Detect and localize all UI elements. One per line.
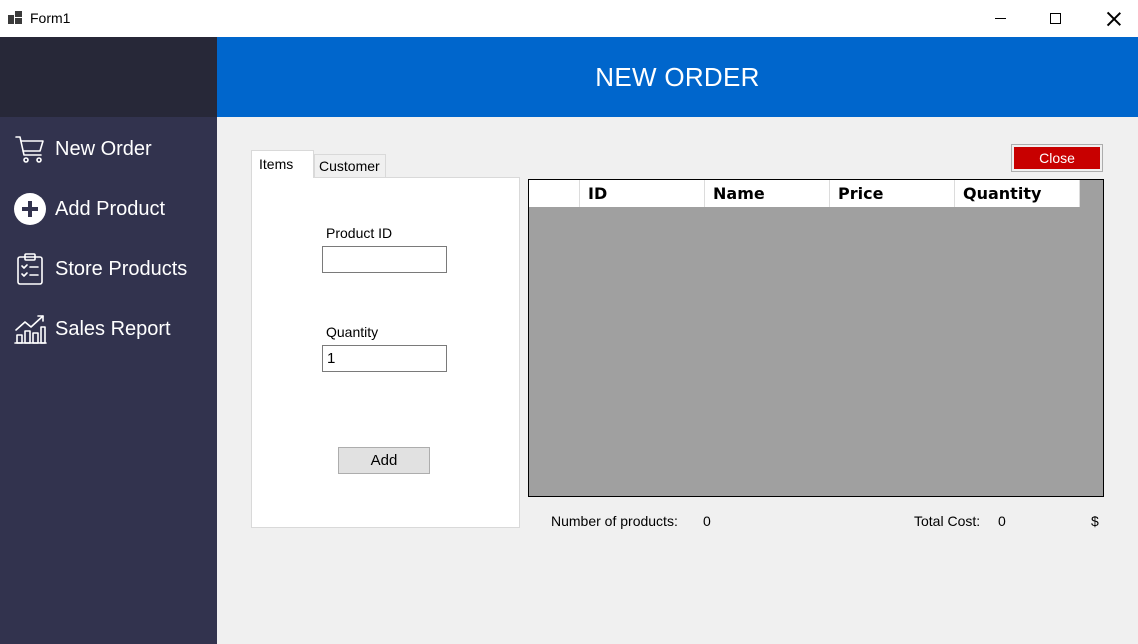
- product-id-label: Product ID: [326, 225, 393, 241]
- add-button[interactable]: Add: [338, 447, 430, 474]
- currency-symbol: $: [1091, 513, 1099, 529]
- row-header-cell[interactable]: [529, 180, 580, 207]
- tab-items[interactable]: Items: [251, 150, 314, 178]
- column-header-id[interactable]: ID: [580, 180, 705, 207]
- quantity-input[interactable]: [322, 345, 447, 372]
- quantity-label: Quantity: [326, 324, 379, 340]
- maximize-icon: [1049, 13, 1061, 24]
- total-cost-value: 0: [998, 513, 1006, 529]
- cart-icon: [13, 132, 47, 166]
- sidebar-item-label: Add Product: [55, 197, 166, 220]
- plus-circle-icon: [13, 192, 47, 226]
- sidebar-item-label: New Order: [55, 137, 152, 160]
- close-button[interactable]: Close: [1011, 144, 1103, 172]
- order-items-grid[interactable]: ID Name Price Quantity: [528, 179, 1104, 497]
- minimize-button[interactable]: [977, 0, 1023, 37]
- app-icon: [8, 11, 24, 25]
- tab-customer[interactable]: Customer: [314, 154, 386, 178]
- column-header-name[interactable]: Name: [705, 180, 830, 207]
- sidebar-item-store-products[interactable]: Store Products: [0, 245, 217, 293]
- column-header-price[interactable]: Price: [830, 180, 955, 207]
- sidebar-item-add-product[interactable]: Add Product: [0, 185, 217, 233]
- close-icon: [1107, 12, 1121, 26]
- chart-trend-icon: [13, 312, 47, 346]
- total-cost-label: Total Cost:: [914, 513, 981, 529]
- product-id-input[interactable]: [322, 246, 447, 273]
- window-title-bar: Form1: [0, 0, 1138, 37]
- sidebar-item-new-order[interactable]: New Order: [0, 125, 217, 173]
- sidebar: New Order Add Product Store Products Sal…: [0, 37, 217, 644]
- clipboard-checklist-icon: [13, 252, 47, 286]
- main-content: Items Customer Product ID Quantity Add C…: [217, 117, 1138, 644]
- items-tab-panel: Product ID Quantity Add: [251, 177, 520, 528]
- sidebar-logo-area: [0, 37, 217, 117]
- product-count-value: 0: [703, 513, 711, 529]
- minimize-icon: [994, 18, 1006, 19]
- page-title: NEW ORDER: [595, 61, 760, 92]
- grid-header-row: ID Name Price Quantity: [529, 180, 1080, 207]
- sidebar-item-label: Store Products: [55, 257, 188, 280]
- page-header: NEW ORDER: [217, 37, 1138, 117]
- sidebar-item-label: Sales Report: [55, 317, 171, 340]
- window-title: Form1: [30, 10, 71, 26]
- product-count-label: Number of products:: [551, 513, 678, 529]
- sidebar-item-sales-report[interactable]: Sales Report: [0, 305, 217, 353]
- close-button-label: Close: [1014, 147, 1100, 169]
- window-close-button[interactable]: [1091, 0, 1137, 37]
- maximize-button[interactable]: [1032, 0, 1078, 37]
- column-header-quantity[interactable]: Quantity: [955, 180, 1080, 207]
